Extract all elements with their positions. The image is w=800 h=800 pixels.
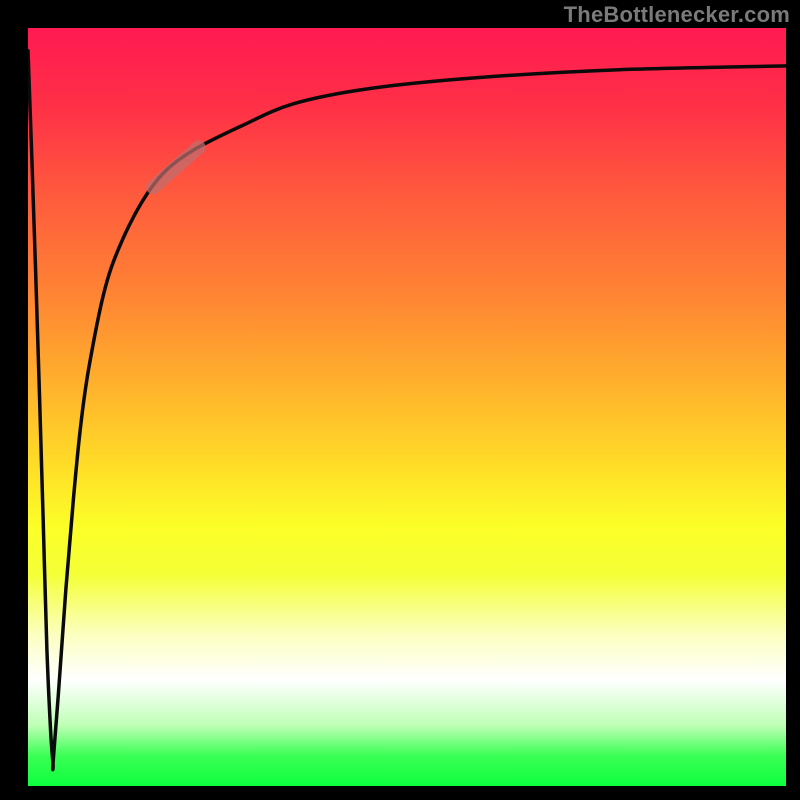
- curve-path: [28, 51, 786, 770]
- curve-layer: [28, 28, 786, 786]
- watermark-text: TheBottlenecker.com: [564, 2, 790, 28]
- plot-area: [28, 28, 786, 786]
- x-axis-band: [24, 786, 800, 800]
- highlight-marker: [153, 147, 199, 187]
- y-axis-band: [0, 24, 28, 786]
- chart-frame: TheBottlenecker.com: [0, 0, 800, 800]
